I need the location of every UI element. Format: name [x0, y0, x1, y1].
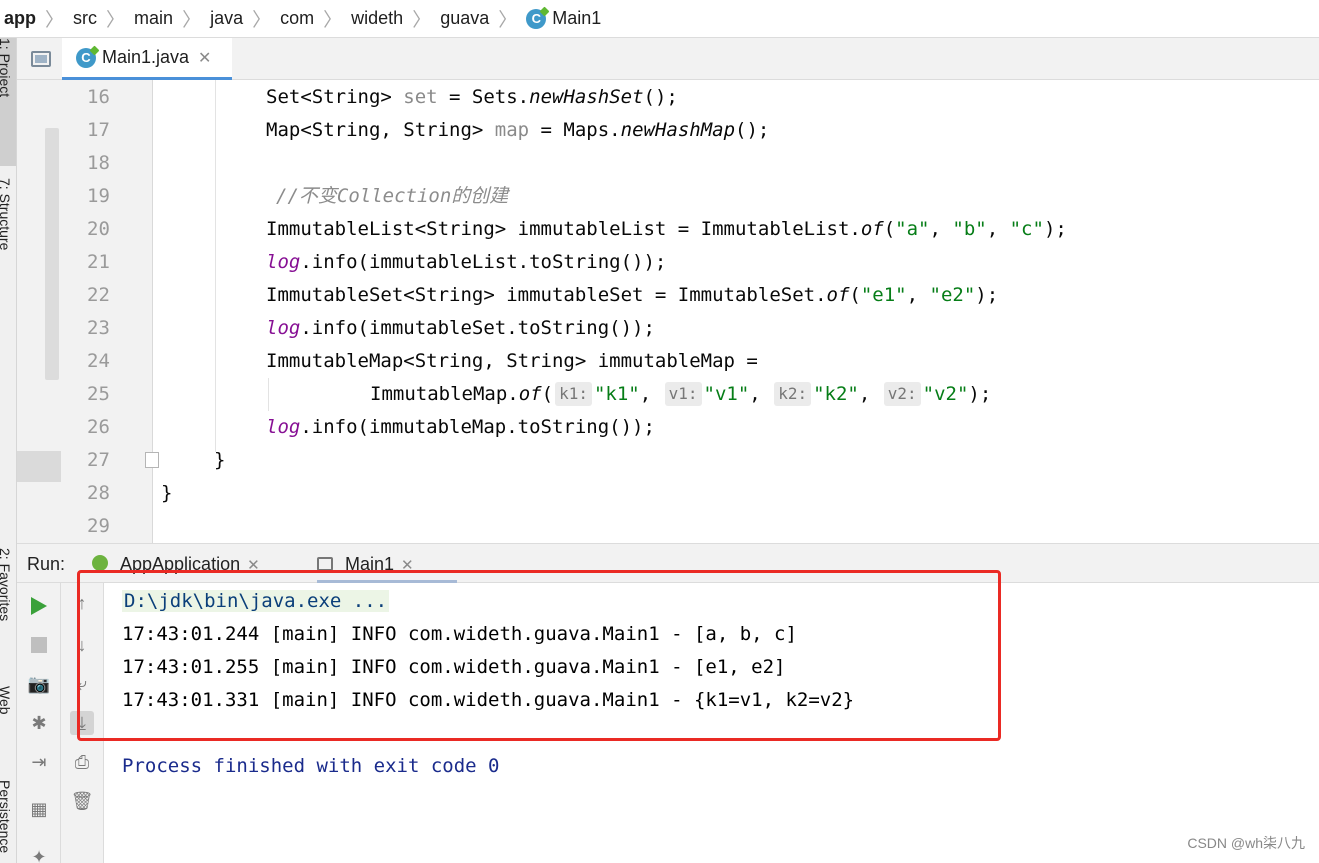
- trash-icon: 🗑: [70, 790, 94, 811]
- line-number: 23: [87, 317, 110, 339]
- printer-icon: ⎙: [74, 751, 90, 772]
- clear-all-button[interactable]: 🗑: [70, 789, 94, 813]
- breadcrumb-main1[interactable]: Main1: [552, 8, 601, 29]
- application-icon: [317, 557, 333, 571]
- tab-label: Main1.java: [102, 47, 190, 67]
- exit-icon: ⇥: [31, 751, 47, 772]
- line-number: 28: [87, 482, 110, 504]
- print-button[interactable]: ⎙: [70, 750, 94, 774]
- code-line-19: //不变Collection的创建: [276, 185, 509, 207]
- layout-icon: ▦: [30, 798, 48, 819]
- tool-window-project[interactable]: 1: Project: [0, 38, 16, 166]
- breadcrumb-main[interactable]: main: [134, 8, 173, 29]
- pin-icon: ✦: [31, 846, 47, 863]
- line-number: 17: [87, 119, 110, 141]
- param-hint: v1:: [664, 382, 702, 406]
- line-number: 29: [87, 515, 110, 537]
- watermark: CSDN @wh柒八九: [1187, 835, 1305, 851]
- tool-window-persistence[interactable]: Persistence: [0, 780, 16, 863]
- process-finished-message: Process finished with exit code 0: [122, 755, 500, 777]
- code-line-22: ImmutableSet<String> immutableSet = Immu…: [266, 284, 999, 306]
- spring-boot-icon: [92, 555, 108, 571]
- line-number: 19: [87, 185, 110, 207]
- breadcrumb-java[interactable]: java: [210, 8, 243, 29]
- code-line-26: log.info(immutableMap.toString());: [266, 416, 655, 438]
- indent-guide: [215, 80, 216, 452]
- code-line-24: ImmutableMap<String, String> immutableMa…: [266, 350, 758, 372]
- breadcrumb-separator: 〉: [182, 10, 202, 31]
- code-line-28: }: [161, 482, 173, 504]
- editor-tab-bar: C Main1.java ✕: [17, 38, 1319, 80]
- line-number: 27: [87, 449, 110, 471]
- gutter-scroll-marker: [45, 128, 59, 380]
- breadcrumb-separator: 〉: [45, 10, 65, 31]
- code-line-25: ImmutableMap.of(k1: "k1", v1: "v1", k2: "k2…: [370, 382, 992, 406]
- editor-layout-icon[interactable]: [31, 51, 51, 67]
- exit-button[interactable]: ⇥: [27, 750, 51, 774]
- stop-icon: [31, 637, 47, 653]
- line-number: 20: [87, 218, 110, 240]
- code-editor[interactable]: [153, 80, 1319, 543]
- line-number: 22: [87, 284, 110, 306]
- line-number: 26: [87, 416, 110, 438]
- breadcrumb-separator: 〉: [106, 10, 126, 31]
- breadcrumb-guava[interactable]: guava: [440, 8, 489, 29]
- breadcrumb-wideth[interactable]: wideth: [351, 8, 403, 29]
- highlight-annotation-box: [77, 570, 1001, 741]
- line-number: 21: [87, 251, 110, 273]
- breadcrumb-separator: 〉: [252, 10, 272, 31]
- breadcrumb-separator: 〉: [323, 10, 343, 31]
- dump-threads-button[interactable]: 📷: [27, 672, 51, 696]
- run-label: Run:: [27, 554, 66, 574]
- breadcrumb-separator: 〉: [498, 10, 518, 31]
- param-hint: k2:: [774, 382, 812, 406]
- code-line-23: log.info(immutableSet.toString());: [266, 317, 655, 339]
- code-line-27: }: [214, 449, 226, 471]
- code-line-17: Map<String, String> map = Maps.newHashMa…: [266, 119, 770, 141]
- java-class-icon: C: [526, 8, 547, 29]
- run-toolbar-primary: 📷 ✱ ⇥ ▦ ✦: [17, 583, 61, 863]
- code-line-16: Set<String> set = Sets.newHashSet();: [266, 86, 678, 108]
- play-icon: [31, 597, 47, 615]
- indent-guide: [268, 378, 269, 411]
- close-icon[interactable]: ✕: [198, 48, 211, 68]
- editor-gutter: 16 17 18 19 20 21 22 23 24 25 26 27 28 2…: [17, 80, 153, 543]
- line-number: 25: [87, 383, 110, 405]
- bug-icon: ✱: [31, 712, 47, 733]
- code-line-20: ImmutableList<String> immutableList = Im…: [266, 218, 1067, 240]
- breadcrumb-com[interactable]: com: [280, 8, 314, 29]
- stop-button[interactable]: [27, 633, 51, 657]
- breadcrumb-src[interactable]: src: [73, 8, 97, 29]
- breadcrumb-app[interactable]: app: [4, 8, 36, 29]
- line-number: 18: [87, 152, 110, 174]
- camera-icon: 📷: [27, 673, 51, 694]
- layout-button[interactable]: ▦: [27, 797, 51, 821]
- tab-main1-java[interactable]: C Main1.java ✕: [62, 38, 232, 80]
- param-hint: v2:: [883, 382, 921, 406]
- current-line-marker: [17, 451, 61, 482]
- pin-button[interactable]: ✦: [27, 845, 51, 863]
- code-line-21: log.info(immutableList.toString());: [266, 251, 667, 273]
- tool-window-structure[interactable]: 7: Structure: [0, 178, 16, 298]
- tool-window-web[interactable]: Web: [0, 686, 16, 756]
- line-number: 16: [87, 86, 110, 108]
- breadcrumb: app 〉 src 〉 main 〉 java 〉 com 〉 wideth 〉…: [0, 0, 1319, 38]
- tool-window-favorites[interactable]: 2: Favorites: [0, 548, 16, 668]
- breadcrumb-separator: 〉: [412, 10, 432, 31]
- java-class-icon: C: [76, 47, 96, 68]
- line-number: 24: [87, 350, 110, 372]
- fold-marker[interactable]: [145, 452, 159, 468]
- rerun-button[interactable]: [27, 594, 51, 618]
- debug-button[interactable]: ✱: [27, 711, 51, 735]
- left-tool-strip: 1: Project 7: Structure 2: Favorites Web…: [0, 38, 17, 863]
- param-hint: k1:: [555, 382, 592, 406]
